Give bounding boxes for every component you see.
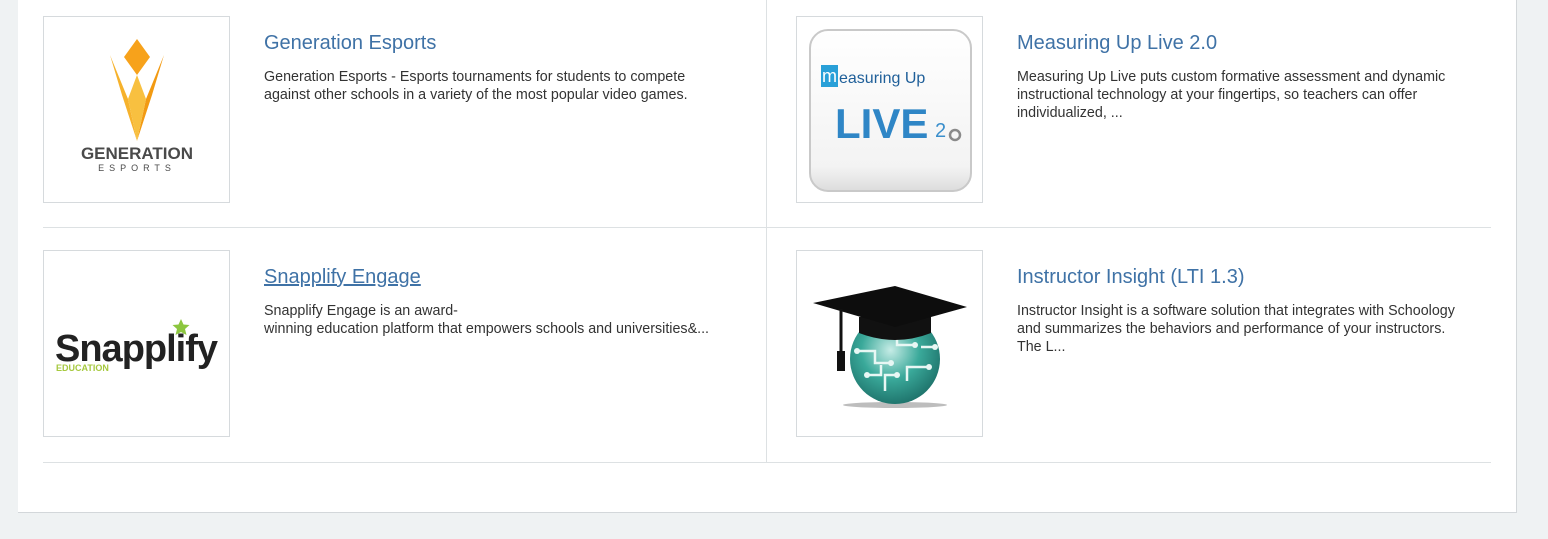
app-listing-panel: GENERATION ESPORTS Generation Esports Ge… [18,0,1517,513]
app-title-link[interactable]: Generation Esports [264,32,436,55]
measuring-up-live-logo-icon: m easuring Up LIVE 2 [809,29,972,192]
description-line: against other schools in a variety of th… [264,87,688,103]
description-line: Instructor Insight is a software solutio… [1017,303,1455,319]
app-title-link[interactable]: Measuring Up Live 2.0 [1017,32,1217,55]
svg-text:GENERATION: GENERATION [81,144,193,163]
app-thumbnail[interactable] [796,250,983,437]
column-divider [766,0,767,462]
description-line: Generation Esports - Esports tournaments… [264,69,686,85]
row-divider [43,227,1491,228]
app-description: Measuring Up Live puts custom formative … [1017,68,1497,122]
app-description: Generation Esports - Esports tournaments… [264,68,744,104]
app-card-instructor-insight: Instructor Insight (LTI 1.3) Instructor … [796,250,1496,440]
app-description: Snapplify Engage is an award- winning ed… [264,302,744,338]
app-card-generation-esports: GENERATION ESPORTS Generation Esports Ge… [43,16,743,206]
app-title-link[interactable]: Snapplify Engage [264,266,421,289]
description-line: instructional technology at your fingert… [1017,87,1418,103]
app-thumbnail[interactable]: Snapplify EDUCATION [43,250,230,437]
description-line: and summarizes the behaviors and perform… [1017,321,1446,337]
app-thumbnail[interactable]: GENERATION ESPORTS [43,16,230,203]
description-line: Measuring Up Live puts custom formative … [1017,69,1446,85]
generation-esports-logo-icon: GENERATION ESPORTS [81,39,193,173]
graduation-cap-globe-icon [813,286,967,408]
svg-text:m: m [822,66,837,86]
svg-text:ESPORTS: ESPORTS [98,163,176,173]
row-divider [43,462,1491,463]
description-line: individualized, ... [1017,105,1123,121]
description-line: The L... [1017,339,1066,355]
app-card-measuring-up-live: m easuring Up LIVE 2 Measuring Up Live 2… [796,16,1496,206]
app-card-snapplify-engage: Snapplify EDUCATION Snapplify Engage Sna… [43,250,743,440]
svg-text:LIVE: LIVE [835,100,928,147]
svg-text:EDUCATION: EDUCATION [56,363,109,373]
snapplify-logo-icon: Snapplify EDUCATION [55,319,219,373]
description-line: winning education platform that empowers… [264,321,710,337]
svg-text:easuring Up: easuring Up [839,70,925,87]
app-title-link[interactable]: Instructor Insight (LTI 1.3) [1017,266,1245,289]
description-line: Snapplify Engage is an award- [264,303,458,319]
app-thumbnail[interactable]: m easuring Up LIVE 2 [796,16,983,203]
svg-text:2: 2 [935,120,946,142]
app-description: Instructor Insight is a software solutio… [1017,302,1497,356]
